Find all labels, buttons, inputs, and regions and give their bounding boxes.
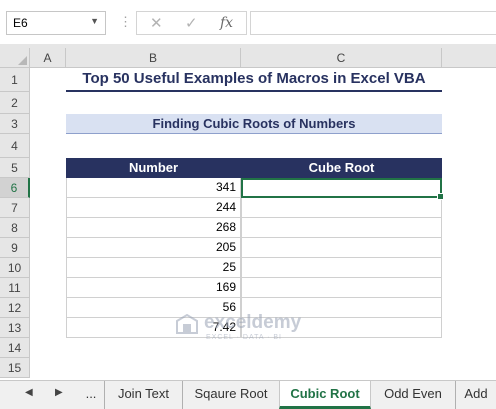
row-header-7[interactable]: 7 — [0, 198, 30, 218]
row-header-10[interactable]: 10 — [0, 258, 30, 278]
cube-root-cell[interactable] — [241, 278, 442, 298]
column-header-b[interactable]: B — [66, 48, 241, 68]
row-header-9[interactable]: 9 — [0, 238, 30, 258]
row-header-2[interactable]: 2 — [0, 92, 30, 114]
cube-root-cell[interactable] — [241, 198, 442, 218]
select-all-corner[interactable] — [0, 48, 30, 68]
number-cell[interactable]: 341 — [66, 178, 241, 198]
tab-cubic-root[interactable]: Cubic Root — [279, 381, 371, 409]
column-header-c[interactable]: C — [241, 48, 442, 68]
tab-sqaure-root[interactable]: Sqaure Root — [182, 381, 279, 409]
row-header-14[interactable]: 14 — [0, 338, 30, 358]
exceldemy-watermark: exceldemy EXCEL · DATA · BI — [176, 312, 326, 348]
insert-function-icon[interactable]: fx — [220, 15, 233, 31]
row-header-15[interactable]: 15 — [0, 358, 30, 378]
row-header-5[interactable]: 5 — [0, 158, 30, 178]
watermark-tagline: EXCEL · DATA · BI — [206, 334, 282, 341]
table-header-number: Number — [66, 158, 241, 178]
column-header-next[interactable] — [442, 48, 496, 68]
number-cell[interactable]: 169 — [66, 278, 241, 298]
row-header-1[interactable]: 1 — [0, 68, 30, 92]
formula-bar: E6 ▼ ⋮ ✕ ✓ fx — [0, 0, 496, 44]
number-cell[interactable]: 268 — [66, 218, 241, 238]
table-header-cube-root: Cube Root — [241, 158, 442, 178]
exceldemy-logo-icon — [176, 314, 198, 334]
formula-input[interactable] — [250, 11, 496, 35]
column-header-a[interactable]: A — [30, 48, 66, 68]
formula-buttons: ✕ ✓ fx — [136, 11, 247, 35]
tab-add[interactable]: Add — [455, 381, 496, 409]
row-header-3[interactable]: 3 — [0, 114, 30, 134]
number-cell[interactable]: 244 — [66, 198, 241, 218]
name-box-value: E6 — [13, 16, 28, 30]
row-header-6[interactable]: 6 — [0, 178, 30, 198]
row-header-11[interactable]: 11 — [0, 278, 30, 298]
cube-root-cell[interactable] — [241, 258, 442, 278]
fill-handle[interactable] — [437, 193, 444, 200]
more-tabs-button[interactable]: ... — [78, 381, 104, 409]
cube-root-cell[interactable] — [241, 218, 442, 238]
scroll-tabs-right-icon[interactable]: ▶ — [55, 387, 63, 398]
formula-bar-grip-icon[interactable]: ⋮ — [119, 14, 132, 30]
tab-odd-even[interactable]: Odd Even — [371, 381, 455, 409]
name-box[interactable]: E6 ▼ — [6, 11, 106, 35]
scroll-tabs-left-icon[interactable]: ◀ — [25, 387, 33, 398]
cube-root-cell[interactable] — [241, 238, 442, 258]
watermark-name: exceldemy — [204, 312, 302, 333]
sheet-title: Top 50 Useful Examples of Macros in Exce… — [66, 68, 442, 92]
tab-join-text[interactable]: Join Text — [104, 381, 182, 409]
cancel-icon[interactable]: ✕ — [150, 14, 163, 32]
enter-icon[interactable]: ✓ — [185, 14, 198, 32]
row-header-4[interactable]: 4 — [0, 134, 30, 158]
row-header-8[interactable]: 8 — [0, 218, 30, 238]
chevron-down-icon[interactable]: ▼ — [90, 16, 99, 26]
number-cell[interactable]: 205 — [66, 238, 241, 258]
sheet-subtitle: Finding Cubic Roots of Numbers — [66, 114, 442, 134]
row-header-12[interactable]: 12 — [0, 298, 30, 318]
number-cell[interactable]: 25 — [66, 258, 241, 278]
sheet-tab-bar: ◀ ▶ ... Join Text Sqaure Root Cubic Root… — [0, 380, 496, 409]
row-header-13[interactable]: 13 — [0, 318, 30, 338]
active-cell-selection[interactable] — [241, 178, 444, 200]
